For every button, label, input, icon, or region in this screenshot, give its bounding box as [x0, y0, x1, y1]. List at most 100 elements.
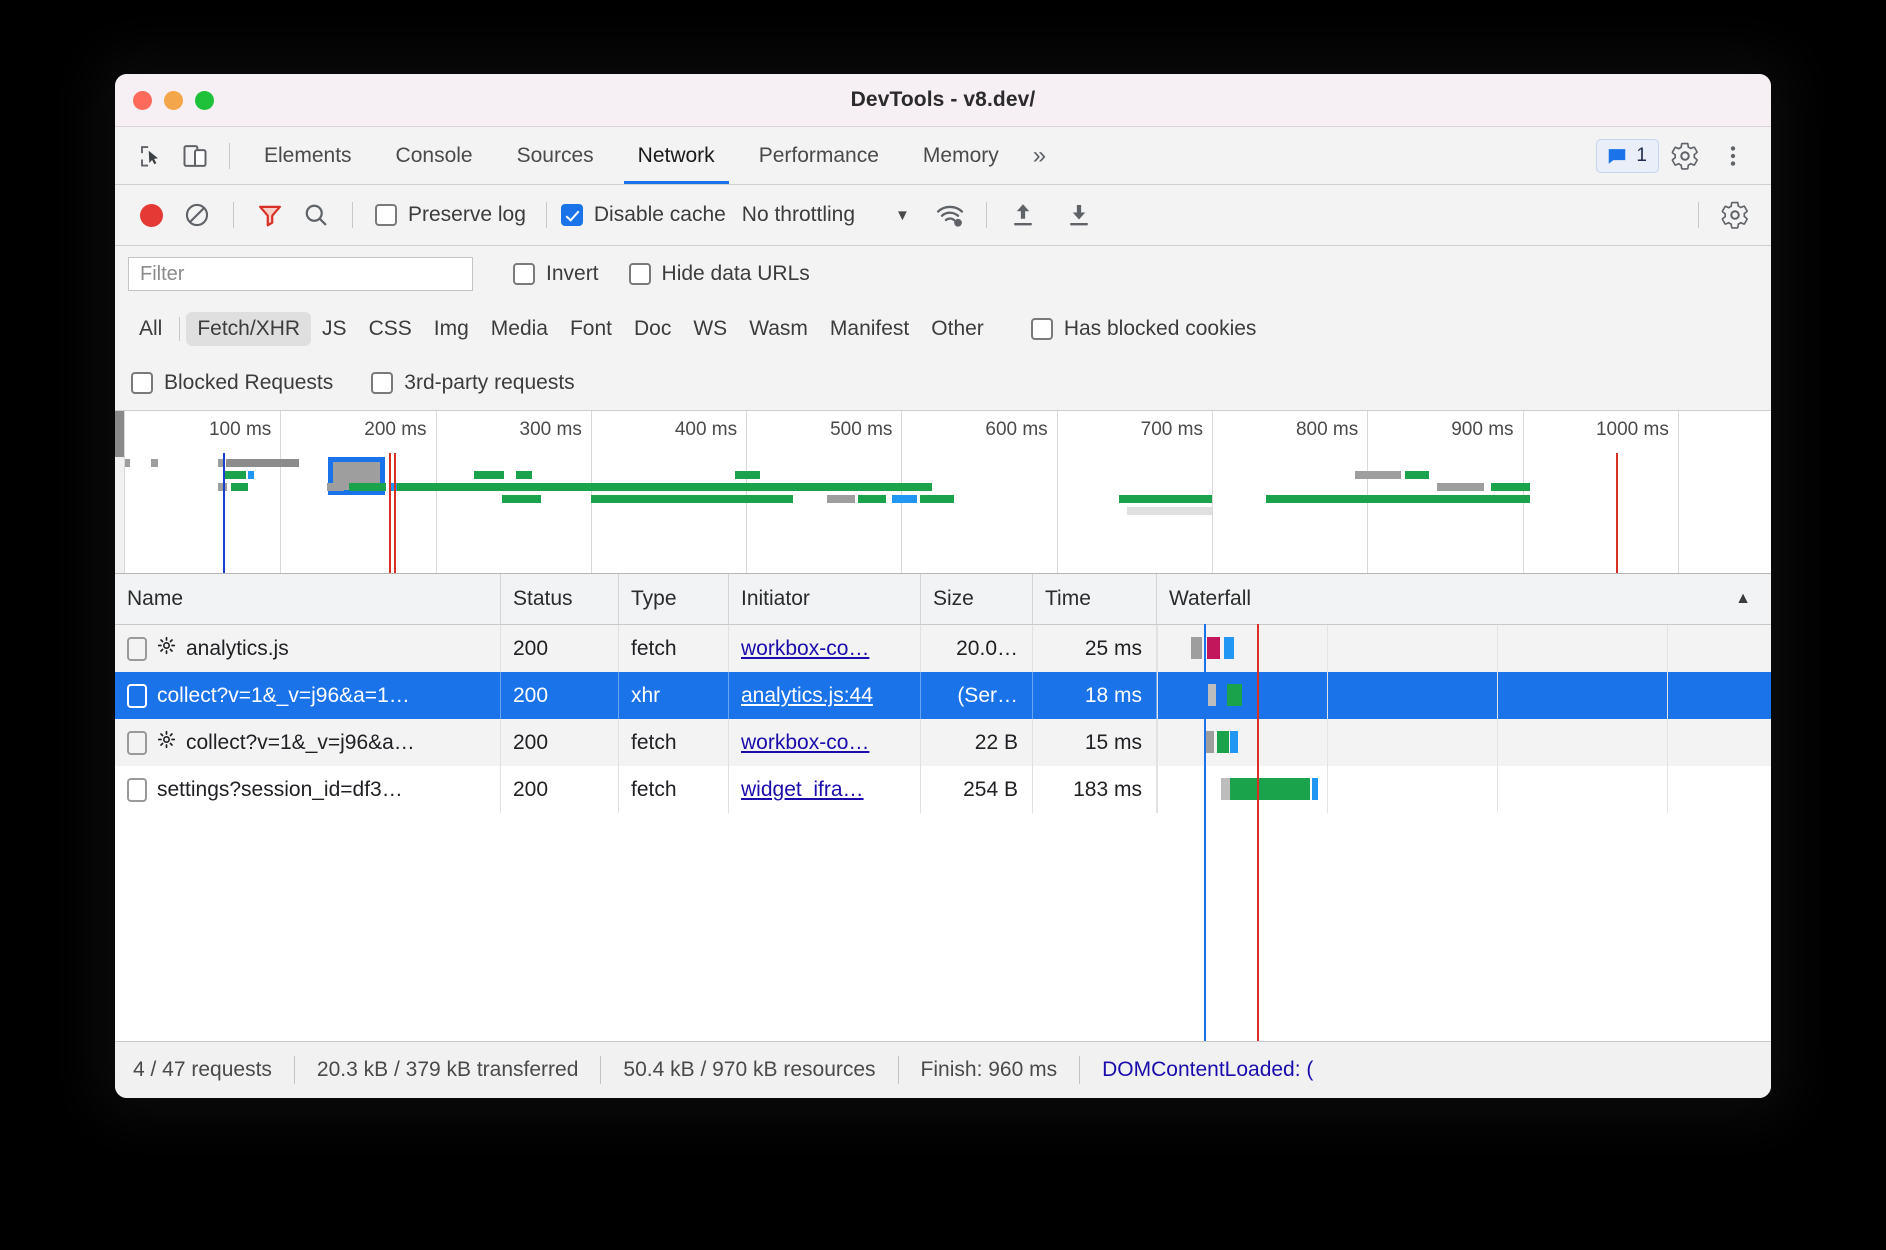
tab-performance-label: Performance [759, 144, 879, 168]
import-har-icon[interactable] [1001, 193, 1045, 237]
preserve-log-checkbox[interactable]: Preserve log [375, 203, 526, 227]
column-header-time[interactable]: Time [1033, 574, 1157, 624]
devtools-kebab-menu-icon[interactable] [1711, 134, 1755, 178]
maximize-window-button[interactable] [195, 91, 214, 110]
request-name-label: collect?v=1&_v=j96&a… [186, 731, 415, 755]
overview-scroll-track[interactable] [115, 411, 125, 573]
service-worker-gear-icon [157, 730, 176, 749]
blocked-requests-checkbox[interactable]: Blocked Requests [131, 371, 333, 395]
close-window-button[interactable] [133, 91, 152, 110]
row-select-checkbox[interactable] [127, 637, 147, 661]
has-blocked-cookies-checkbox[interactable]: Has blocked cookies [1031, 317, 1257, 341]
table-row[interactable]: collect?v=1&_v=j96&a…200fetchworkbox-co…… [115, 719, 1771, 766]
tab-performance[interactable]: Performance [737, 127, 901, 184]
cell-size-label: 20.0… [956, 637, 1018, 661]
tab-elements[interactable]: Elements [242, 127, 374, 184]
chip-other[interactable]: Other [920, 312, 995, 346]
hide-data-urls-checkbox[interactable]: Hide data URLs [629, 262, 810, 286]
row-select-checkbox[interactable] [127, 778, 147, 802]
chip-css[interactable]: CSS [358, 312, 423, 346]
column-header-type[interactable]: Type [619, 574, 729, 624]
chip-ws[interactable]: WS [682, 312, 738, 346]
column-header-waterfall[interactable]: Waterfall ▲ [1157, 574, 1771, 624]
chip-fetch-xhr[interactable]: Fetch/XHR [186, 312, 311, 346]
cell-name[interactable]: collect?v=1&_v=j96&a… [115, 719, 501, 766]
cell-type: fetch [619, 719, 729, 766]
table-row[interactable]: collect?v=1&_v=j96&a=1…200xhranalytics.j… [115, 672, 1771, 719]
row-select-checkbox[interactable] [127, 684, 147, 708]
table-row[interactable]: settings?session_id=df3…200fetchwidget_i… [115, 766, 1771, 813]
cell-status-label: 200 [513, 684, 548, 708]
third-party-requests-checkbox[interactable]: 3rd-party requests [371, 371, 574, 395]
cell-initiator[interactable]: workbox-co… [729, 719, 921, 766]
cell-initiator[interactable]: analytics.js:44 [729, 672, 921, 719]
device-toolbar-icon[interactable] [173, 134, 217, 178]
waterfall-gridline [1497, 625, 1498, 672]
throttling-dropdown[interactable]: No throttling ▼ [728, 203, 910, 227]
chip-js[interactable]: JS [311, 312, 358, 346]
has-blocked-cookies-box[interactable] [1031, 318, 1053, 340]
clear-requests-icon[interactable] [175, 193, 219, 237]
overview-request-bar [827, 495, 855, 503]
overview-scroll-handle[interactable] [115, 411, 124, 457]
network-overview-timeline[interactable]: 100 ms200 ms300 ms400 ms500 ms600 ms700 … [115, 411, 1771, 574]
invert-checkbox[interactable]: Invert [513, 262, 599, 286]
table-row[interactable]: analytics.js200fetchworkbox-co…20.0…25 m… [115, 625, 1771, 672]
blocked-requests-label: Blocked Requests [164, 371, 333, 395]
column-header-status[interactable]: Status [501, 574, 619, 624]
filter-funnel-icon[interactable] [248, 193, 292, 237]
chip-media[interactable]: Media [480, 312, 559, 346]
column-header-size[interactable]: Size [921, 574, 1033, 624]
cell-name[interactable]: collect?v=1&_v=j96&a=1… [115, 672, 501, 719]
disable-cache-box[interactable] [561, 204, 583, 226]
record-button-icon[interactable] [129, 193, 173, 237]
tab-network[interactable]: Network [616, 127, 737, 184]
cell-name[interactable]: analytics.js [115, 625, 501, 672]
chip-font[interactable]: Font [559, 312, 623, 346]
overview-request-bar [349, 483, 386, 491]
disable-cache-checkbox[interactable]: Disable cache [561, 203, 726, 227]
status-resources: 50.4 kB / 970 kB resources [601, 1058, 897, 1082]
column-header-name[interactable]: Name [115, 574, 501, 624]
overview-request-bar [231, 483, 248, 491]
cell-waterfall [1157, 766, 1771, 813]
network-conditions-wifi-icon[interactable] [928, 193, 972, 237]
chip-img[interactable]: Img [423, 312, 480, 346]
cell-type-label: fetch [631, 778, 677, 802]
export-har-icon[interactable] [1057, 193, 1101, 237]
tab-memory[interactable]: Memory [901, 127, 1021, 184]
cell-initiator[interactable]: widget_ifra… [729, 766, 921, 813]
overview-request-bar [151, 459, 157, 467]
tab-console[interactable]: Console [374, 127, 495, 184]
overview-event-line [394, 453, 396, 573]
third-party-requests-box[interactable] [371, 372, 393, 394]
column-header-initiator[interactable]: Initiator [729, 574, 921, 624]
overview-tick-label: 200 ms [364, 419, 435, 441]
hide-data-urls-box[interactable] [629, 263, 651, 285]
chip-doc[interactable]: Doc [623, 312, 682, 346]
row-select-checkbox[interactable] [127, 731, 147, 755]
chip-manifest[interactable]: Manifest [819, 312, 920, 346]
cell-name[interactable]: settings?session_id=df3… [115, 766, 501, 813]
more-panels-icon[interactable]: » [1021, 142, 1058, 170]
blocked-requests-box[interactable] [131, 372, 153, 394]
minimize-window-button[interactable] [164, 91, 183, 110]
cell-initiator-label: workbox-co… [741, 637, 869, 661]
cell-initiator[interactable]: workbox-co… [729, 625, 921, 672]
invert-label: Invert [546, 262, 599, 286]
invert-box[interactable] [513, 263, 535, 285]
chip-wasm[interactable]: Wasm [738, 312, 819, 346]
issues-counter-button[interactable]: 1 [1596, 139, 1659, 173]
cell-initiator-label: widget_ifra… [741, 778, 864, 802]
preserve-log-box[interactable] [375, 204, 397, 226]
overview-request-bar [397, 483, 933, 491]
overview-request-bar [858, 495, 886, 503]
inspect-element-icon[interactable] [129, 134, 173, 178]
search-icon[interactable] [294, 193, 338, 237]
network-settings-gear-icon[interactable] [1713, 193, 1757, 237]
devtools-settings-gear-icon[interactable] [1663, 134, 1707, 178]
chip-all[interactable]: All [128, 312, 173, 346]
tab-sources[interactable]: Sources [495, 127, 616, 184]
filter-input[interactable]: Filter [128, 257, 473, 291]
cell-size: 20.0… [921, 625, 1033, 672]
